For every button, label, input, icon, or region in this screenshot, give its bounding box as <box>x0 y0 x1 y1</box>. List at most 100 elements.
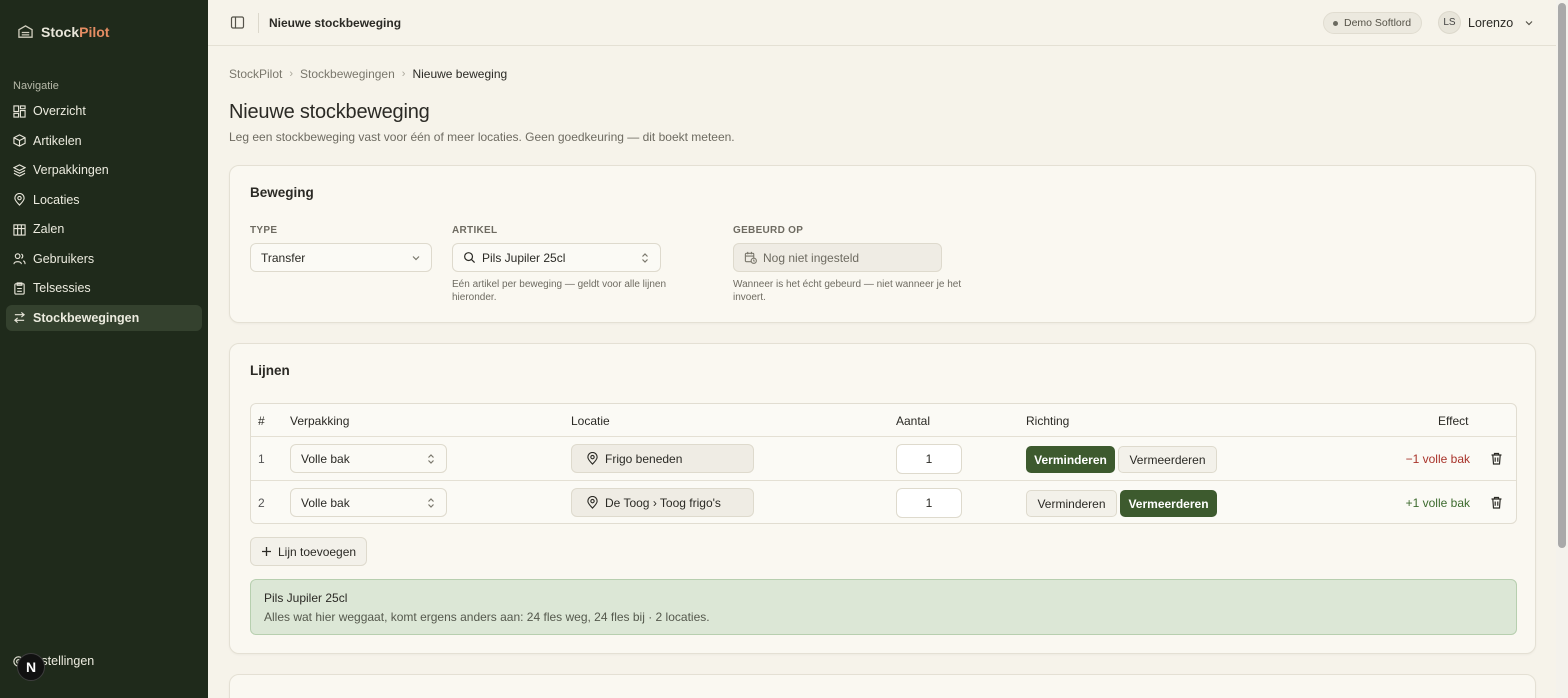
dev-tools-badge[interactable]: N <box>17 653 45 681</box>
building-icon <box>13 223 26 236</box>
page-subtitle: Leg een stockbeweging vast voor één of m… <box>229 130 735 144</box>
type-select[interactable]: Transfer <box>250 243 432 272</box>
column-header: Richting <box>1026 414 1070 428</box>
avatar: LS <box>1438 11 1461 34</box>
vermeerderen-button[interactable]: Vermeerderen <box>1118 446 1217 473</box>
dashboard-icon <box>13 104 26 118</box>
gebeurd-datetime-field[interactable]: Nog niet ingesteld <box>733 243 942 272</box>
user-name: Lorenzo <box>1468 15 1514 30</box>
row-number: 1 <box>258 452 265 466</box>
artikel-help: Eén artikel per beweging — geldt voor al… <box>452 279 667 303</box>
sidebar-item-locaties[interactable]: Locaties <box>6 187 202 213</box>
artikel-combobox[interactable]: Pils Jupiler 25cl <box>452 243 661 272</box>
sidebar-item-verpakkingen[interactable]: Verpakkingen <box>6 157 202 183</box>
aantal-input[interactable]: 1 <box>896 444 962 474</box>
sidebar: StockPilot Navigatie Overzicht Artikelen… <box>0 0 208 698</box>
sidebar-item-artikelen[interactable]: Artikelen <box>6 128 202 154</box>
trash-icon[interactable] <box>1490 452 1503 465</box>
locatie-select[interactable]: De Toog › Toog frigo's <box>571 488 754 517</box>
gebeurd-placeholder: Nog niet ingesteld <box>763 250 860 265</box>
sidebar-item-label: Overzicht <box>33 104 86 118</box>
row-number: 2 <box>258 496 265 510</box>
sidebar-item-zalen[interactable]: Zalen <box>6 216 202 242</box>
chevron-updown-icon <box>640 252 650 264</box>
vermeerderen-button[interactable]: Vermeerderen <box>1120 490 1217 517</box>
card-title: Beweging <box>250 185 314 200</box>
sidebar-nav: Overzicht Artikelen Verpakkingen Locatie… <box>6 98 202 334</box>
tenant-badge[interactable]: Demo Softlord <box>1323 12 1423 34</box>
topbar-title: Nieuwe stockbeweging <box>269 16 402 30</box>
table-row: 2 Volle bak De Toog › Toog frigo's 1 Ver… <box>251 480 1516 524</box>
column-header: Verpakking <box>290 414 350 428</box>
sidebar-item-telsessies[interactable]: Telsessies <box>6 275 202 301</box>
sidebar-item-stockbewegingen[interactable]: Stockbewegingen <box>6 304 202 331</box>
map-pin-icon <box>13 193 26 206</box>
sidebar-item-gebruikers[interactable]: Gebruikers <box>6 246 202 272</box>
verpakking-value: Volle bak <box>301 451 350 466</box>
sidebar-item-overzicht[interactable]: Overzicht <box>6 98 202 124</box>
arrows-icon <box>13 311 26 324</box>
column-header: Effect <box>1438 414 1469 428</box>
status-dot-icon <box>1333 20 1338 26</box>
gebeurd-label: GEBEURD OP <box>733 225 804 236</box>
artikel-value: Pils Jupiler 25cl <box>482 250 566 265</box>
effect-value: −1 volle bak <box>1405 452 1470 466</box>
sidebar-item-label: Zalen <box>33 222 65 236</box>
lines-table: # Verpakking Locatie Aantal Richting Eff… <box>250 403 1517 524</box>
page-scrollbar[interactable] <box>1556 0 1568 698</box>
sidebar-item-label: Gebruikers <box>33 251 95 266</box>
verpakking-value: Volle bak <box>301 495 350 510</box>
topbar: Nieuwe stockbeweging Demo Softlord LS Lo… <box>208 0 1556 46</box>
search-icon <box>463 251 476 264</box>
sidebar-toggle-icon[interactable] <box>230 15 245 30</box>
add-line-label: Lijn toevoegen <box>278 544 357 559</box>
scrollbar-thumb[interactable] <box>1558 3 1566 548</box>
layers-icon <box>13 163 26 177</box>
clipboard-icon <box>13 281 26 295</box>
map-pin-icon <box>586 452 599 465</box>
breadcrumb-current: Nieuwe beweging <box>412 67 508 81</box>
topbar-divider <box>258 13 259 33</box>
verpakking-select[interactable]: Volle bak <box>290 488 447 517</box>
breadcrumb: StockPilot › Stockbewegingen › Nieuwe be… <box>229 67 507 81</box>
chevron-down-icon <box>411 253 421 263</box>
calendar-clock-icon <box>744 251 757 264</box>
artikel-label: ARTIKEL <box>452 225 498 236</box>
sidebar-item-label: Stockbewegingen <box>33 310 140 325</box>
breadcrumb-item-stockbewegingen[interactable]: Stockbewegingen <box>300 67 395 81</box>
sidebar-item-label: Verpakkingen <box>33 163 109 177</box>
user-menu[interactable]: LS Lorenzo <box>1438 11 1534 34</box>
verminderen-button[interactable]: Verminderen <box>1026 446 1115 473</box>
aantal-input[interactable]: 1 <box>896 488 962 518</box>
effect-value: +1 volle bak <box>1405 496 1470 510</box>
column-header: Locatie <box>571 414 610 428</box>
summary-box: Pils Jupiler 25cl Alles wat hier weggaat… <box>250 579 1517 635</box>
column-header: Aantal <box>896 414 931 428</box>
verpakking-select[interactable]: Volle bak <box>290 444 447 473</box>
chevron-right-icon: › <box>401 68 406 80</box>
locatie-select[interactable]: Frigo beneden <box>571 444 754 473</box>
next-card <box>229 674 1536 698</box>
locatie-value: Frigo beneden <box>605 451 683 466</box>
sidebar-item-label: Locaties <box>33 192 80 207</box>
card-title: Lijnen <box>250 363 290 378</box>
verminderen-button[interactable]: Verminderen <box>1026 490 1117 517</box>
sidebar-item-label: Artikelen <box>33 133 82 148</box>
app-name-pilot: Pilot <box>79 24 110 40</box>
nav-heading: Navigatie <box>13 80 59 92</box>
column-header: # <box>258 414 265 428</box>
summary-title: Pils Jupiler 25cl <box>264 591 348 605</box>
chevron-down-icon <box>1524 18 1534 28</box>
locatie-value: De Toog › Toog frigo's <box>605 495 721 510</box>
type-value: Transfer <box>261 250 306 265</box>
map-pin-icon <box>586 496 599 509</box>
beweging-card: Beweging TYPE Transfer ARTIKEL Pils Jupi… <box>229 165 1536 323</box>
trash-icon[interactable] <box>1490 496 1503 509</box>
table-row: 1 Volle bak Frigo beneden 1 Verminderen … <box>251 436 1516 480</box>
breadcrumb-item-home[interactable]: StockPilot <box>229 67 282 81</box>
lijnen-card: Lijnen # Verpakking Locatie Aantal Richt… <box>229 343 1536 654</box>
plus-icon <box>261 546 272 557</box>
add-line-button[interactable]: Lijn toevoegen <box>250 537 368 566</box>
chevron-updown-icon <box>426 497 436 509</box>
app-logo[interactable]: StockPilot <box>18 24 109 40</box>
